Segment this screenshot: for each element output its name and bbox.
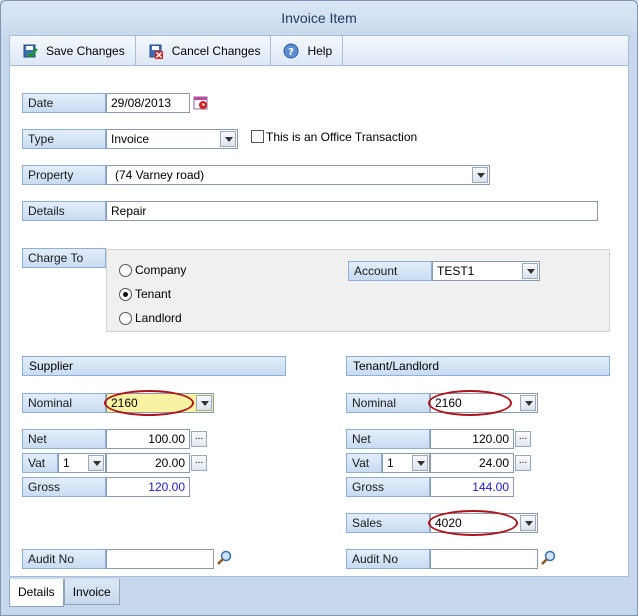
- supplier-vat-input[interactable]: 20.00: [106, 453, 190, 473]
- help-label: Help: [307, 43, 333, 58]
- charge-tenant-label: Tenant: [135, 287, 172, 301]
- tenant-audit-search-icon[interactable]: [540, 550, 556, 566]
- chevron-down-icon[interactable]: [196, 395, 212, 411]
- cancel-changes-label: Cancel Changes: [171, 43, 261, 58]
- chevron-down-icon[interactable]: [88, 455, 104, 471]
- date-input[interactable]: 29/08/2013: [106, 93, 190, 113]
- tenant-net-input[interactable]: 120.00: [430, 429, 514, 449]
- tenant-landlord-header: Tenant/Landlord: [346, 356, 610, 376]
- tenant-vat-ellipsis-button[interactable]: ...: [515, 455, 531, 471]
- chevron-down-icon[interactable]: [220, 131, 236, 147]
- chevron-down-icon[interactable]: [472, 167, 488, 183]
- chevron-down-icon[interactable]: [520, 515, 536, 531]
- property-label: Property: [22, 165, 106, 185]
- supplier-vat-label: Vat: [22, 453, 58, 473]
- tenant-sales-label: Sales: [346, 513, 430, 533]
- tab-details[interactable]: Details: [9, 579, 64, 607]
- supplier-gross-value: 120.00: [106, 477, 190, 497]
- supplier-vat-code-select[interactable]: 1: [58, 453, 106, 473]
- details-panel: Date 29/08/2013 Type Invoice This is an …: [9, 65, 629, 577]
- cancel-changes-button[interactable]: Cancel Changes: [136, 36, 272, 65]
- date-label: Date: [22, 93, 106, 113]
- charge-landlord-label: Landlord: [135, 311, 182, 325]
- tenant-vat-code-select[interactable]: 1: [382, 453, 430, 473]
- help-icon: ?: [283, 43, 299, 59]
- supplier-net-label: Net: [22, 429, 106, 449]
- bottom-tabs: Details Invoice: [9, 579, 120, 607]
- tenant-gross-value: 144.00: [430, 477, 514, 497]
- highlight-ellipse: [104, 390, 194, 416]
- charge-to-label: Charge To: [22, 248, 106, 268]
- toolbar: Save Changes Cancel Changes ? Help: [9, 35, 629, 65]
- charge-company-label: Company: [135, 263, 187, 277]
- tenant-vat-label: Vat: [346, 453, 382, 473]
- tenant-gross-label: Gross: [346, 477, 430, 497]
- charge-to-group: Company Tenant Landlord Account TEST1: [106, 249, 610, 332]
- tenant-vat-code: 1: [387, 456, 394, 470]
- charge-company-radio[interactable]: [119, 264, 132, 277]
- supplier-audit-input[interactable]: [106, 549, 214, 569]
- supplier-nominal-label: Nominal: [22, 393, 106, 413]
- type-value: Invoice: [111, 132, 150, 146]
- details-input[interactable]: Repair: [106, 201, 598, 221]
- charge-tenant-radio[interactable]: [119, 288, 132, 301]
- supplier-vat-code: 1: [63, 456, 70, 470]
- supplier-vat-ellipsis-button[interactable]: ...: [191, 455, 207, 471]
- highlight-ellipse: [428, 390, 512, 416]
- tab-invoice[interactable]: Invoice: [63, 579, 120, 605]
- save-changes-label: Save Changes: [46, 43, 125, 58]
- supplier-audit-search-icon[interactable]: [216, 550, 232, 566]
- svg-text:?: ?: [289, 47, 295, 58]
- account-select[interactable]: TEST1: [432, 261, 540, 281]
- supplier-net-input[interactable]: 100.00: [106, 429, 190, 449]
- type-select[interactable]: Invoice: [106, 129, 238, 149]
- invoice-item-window: Invoice Item Save Changes Cancel Changes…: [0, 0, 638, 616]
- property-select[interactable]: (74 Varney road): [106, 165, 490, 185]
- office-transaction-checkbox[interactable]: [251, 130, 264, 143]
- save-icon: [22, 43, 38, 59]
- highlight-ellipse: [428, 510, 518, 536]
- tenant-nominal-label: Nominal: [346, 393, 430, 413]
- tenant-net-label: Net: [346, 429, 430, 449]
- chevron-down-icon[interactable]: [412, 455, 428, 471]
- office-transaction-label: This is an Office Transaction: [266, 130, 418, 144]
- supplier-audit-label: Audit No: [22, 549, 106, 569]
- cancel-icon: [148, 43, 164, 59]
- property-value: (74 Varney road): [115, 168, 205, 182]
- supplier-gross-label: Gross: [22, 477, 106, 497]
- details-label: Details: [22, 201, 106, 221]
- chevron-down-icon[interactable]: [520, 395, 536, 411]
- window-title: Invoice Item: [281, 10, 357, 26]
- chevron-down-icon[interactable]: [522, 263, 538, 279]
- account-value: TEST1: [437, 264, 475, 278]
- supplier-header: Supplier: [22, 356, 286, 376]
- tenant-audit-input[interactable]: [430, 549, 538, 569]
- tenant-net-ellipsis-button[interactable]: ...: [515, 431, 531, 447]
- account-label: Account: [348, 261, 432, 281]
- help-button[interactable]: ? Help: [271, 36, 344, 65]
- save-changes-button[interactable]: Save Changes: [10, 36, 136, 65]
- type-label: Type: [22, 129, 106, 149]
- calendar-icon[interactable]: [193, 95, 209, 111]
- tenant-vat-input[interactable]: 24.00: [430, 453, 514, 473]
- supplier-net-ellipsis-button[interactable]: ...: [191, 431, 207, 447]
- charge-landlord-radio[interactable]: [119, 312, 132, 325]
- tenant-audit-label: Audit No: [346, 549, 430, 569]
